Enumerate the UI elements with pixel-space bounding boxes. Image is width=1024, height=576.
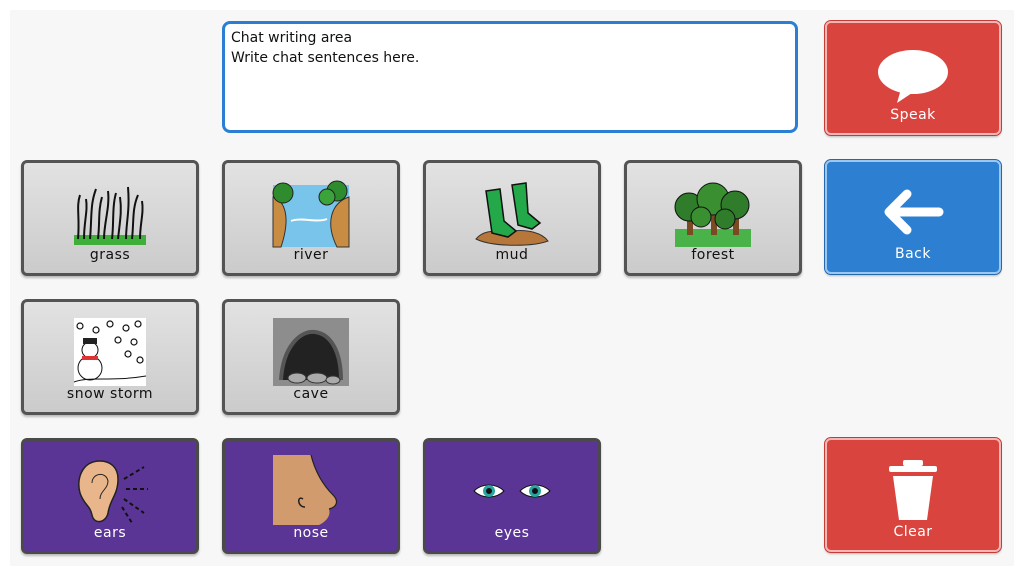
tile-cave[interactable]: cave xyxy=(222,299,400,415)
tile-label: eyes xyxy=(494,525,530,541)
snowman-icon xyxy=(73,318,147,386)
tile-river[interactable]: river xyxy=(222,160,400,276)
chat-line-1: Chat writing area xyxy=(231,30,353,46)
nose-icon xyxy=(273,455,338,525)
speak-label: Speak xyxy=(890,107,936,123)
tile-ears[interactable]: ears xyxy=(21,438,199,554)
tile-snow-storm[interactable]: snow storm xyxy=(21,299,199,415)
tile-nose[interactable]: nose xyxy=(222,438,400,554)
forest-icon xyxy=(674,182,751,247)
cave-icon xyxy=(273,318,349,386)
tile-mud[interactable]: mud xyxy=(423,160,601,276)
tile-forest[interactable]: forest xyxy=(624,160,802,276)
tile-label: forest xyxy=(691,247,735,263)
ear-icon xyxy=(78,460,148,524)
tile-label: snow storm xyxy=(66,386,154,402)
clear-button[interactable]: Clear xyxy=(824,437,1002,553)
back-label: Back xyxy=(895,246,931,262)
tile-label: ears xyxy=(93,525,127,541)
clear-label: Clear xyxy=(893,524,933,540)
arrow-left-icon xyxy=(884,189,944,235)
tile-label: grass xyxy=(89,247,131,263)
chat-writing-area[interactable]: Chat writing area Write chat sentences h… xyxy=(222,21,798,133)
eyes-icon xyxy=(473,484,551,498)
tile-label: river xyxy=(293,247,329,263)
tile-label: nose xyxy=(293,525,329,541)
back-button[interactable]: Back xyxy=(824,159,1002,275)
tile-label: mud xyxy=(495,247,529,263)
trash-icon xyxy=(889,460,937,520)
mud-boots-icon xyxy=(475,182,549,246)
tile-eyes[interactable]: eyes xyxy=(423,438,601,554)
speak-button[interactable]: Speak xyxy=(824,20,1002,136)
river-icon xyxy=(272,180,350,248)
speech-bubble-icon xyxy=(878,50,948,103)
grass-icon xyxy=(74,186,146,245)
tile-grass[interactable]: grass xyxy=(21,160,199,276)
tile-label: cave xyxy=(293,386,329,402)
chat-line-2: Write chat sentences here. xyxy=(231,50,420,66)
